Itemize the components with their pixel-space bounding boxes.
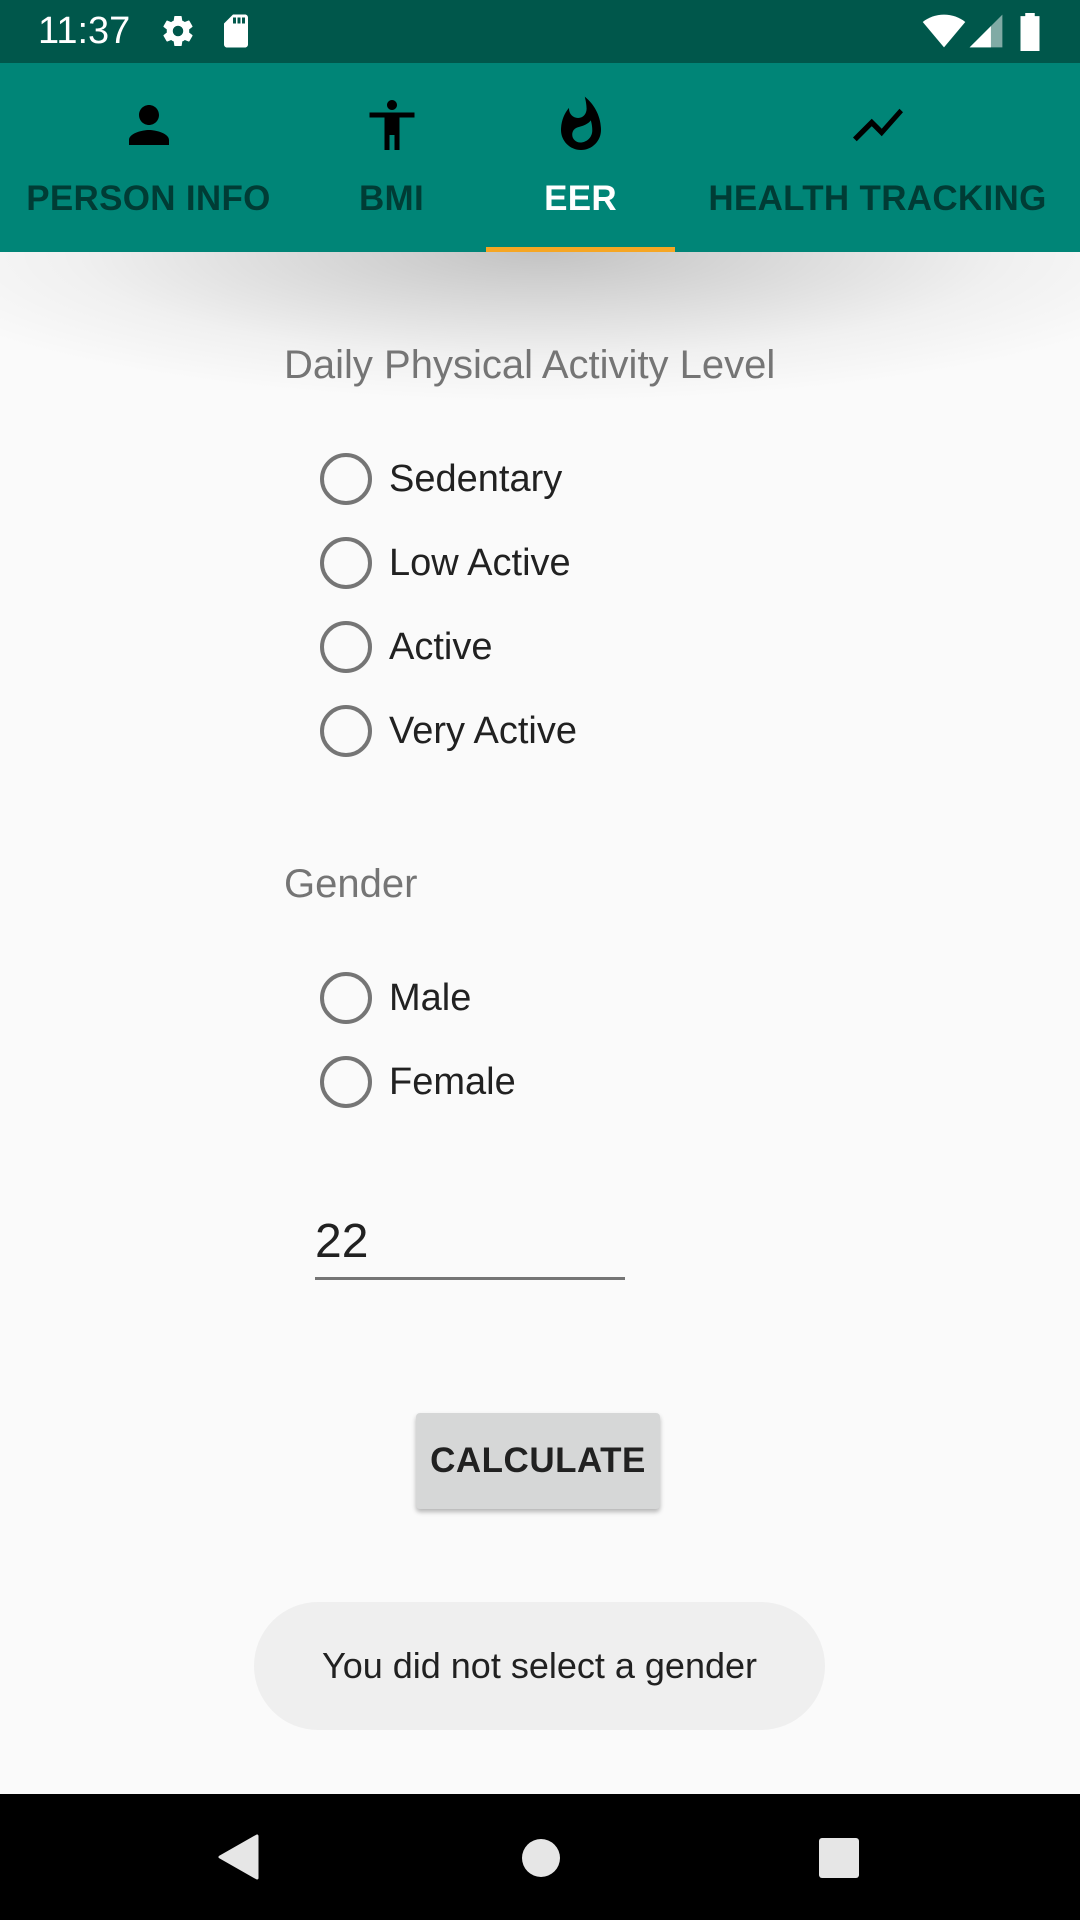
flame-icon (551, 95, 611, 155)
radio-label: Very Active (389, 710, 577, 752)
accessibility-icon (362, 95, 422, 155)
settings-icon (160, 13, 196, 54)
tab-bar: PERSON INFO BMI EER HEALTH TRACKING (0, 63, 1080, 253)
home-icon (521, 1838, 561, 1883)
sd-card-icon (220, 13, 252, 54)
radio-low-active[interactable]: Low Active (318, 521, 738, 605)
calculate-button[interactable]: CALCULATE (416, 1413, 660, 1509)
radio-button-icon (320, 705, 372, 757)
status-time: 11:37 (38, 10, 131, 52)
radio-label: Low Active (389, 542, 571, 584)
tab-label: EER (544, 179, 617, 218)
person-icon (119, 95, 179, 155)
battery-icon (1018, 13, 1042, 56)
home-button[interactable] (465, 1794, 615, 1920)
toast-text: You did not select a gender (321, 1645, 757, 1686)
radio-button-icon (320, 453, 372, 505)
radio-female[interactable]: Female (318, 1040, 738, 1124)
tab-health-tracking[interactable]: HEALTH TRACKING (675, 63, 1080, 252)
activity-level-title: Daily Physical Activity Level (284, 343, 776, 387)
radio-label: Female (389, 1061, 516, 1103)
signal-icon (968, 13, 1004, 54)
radio-button-icon (320, 537, 372, 589)
wifi-icon (922, 13, 966, 54)
tab-person-info[interactable]: PERSON INFO (0, 63, 297, 252)
radio-button-icon (320, 972, 372, 1024)
back-button[interactable] (165, 1794, 315, 1920)
recents-button[interactable] (764, 1794, 914, 1920)
tab-label: BMI (358, 179, 425, 218)
radio-button-icon (320, 621, 372, 673)
tab-bmi[interactable]: BMI (297, 63, 486, 252)
radio-label: Male (389, 977, 472, 1019)
tab-eer[interactable]: EER (486, 63, 675, 252)
trending-icon (848, 95, 908, 155)
radio-label: Active (389, 626, 493, 668)
recents-icon (818, 1837, 860, 1884)
radio-very-active[interactable]: Very Active (318, 689, 738, 773)
age-input[interactable] (315, 1205, 625, 1280)
tab-label: PERSON INFO (26, 179, 271, 218)
radio-sedentary[interactable]: Sedentary (318, 437, 738, 521)
status-bar: 11:37 (0, 0, 1080, 63)
radio-male[interactable]: Male (318, 956, 738, 1040)
radio-label: Sedentary (389, 458, 563, 500)
system-nav-bar (0, 1794, 1080, 1920)
back-icon (217, 1834, 259, 1885)
tab-label: HEALTH TRACKING (708, 179, 1047, 218)
radio-button-icon (320, 1056, 372, 1108)
radio-active[interactable]: Active (318, 605, 738, 689)
toast-message: You did not select a gender (254, 1602, 825, 1730)
gender-title: Gender (284, 862, 418, 906)
